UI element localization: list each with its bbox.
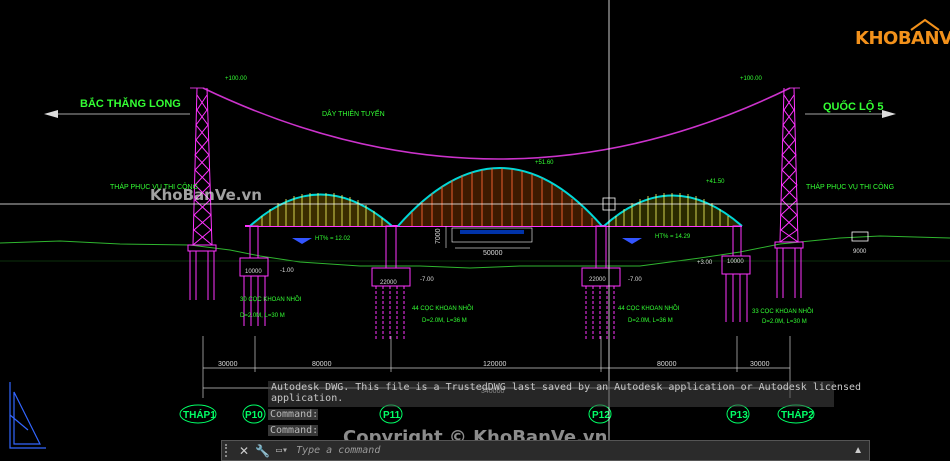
elev-left-top: +100.00 bbox=[225, 76, 248, 82]
dim-box-left: 10000 bbox=[245, 269, 262, 275]
depth-p11: -7.00 bbox=[420, 277, 434, 283]
chevron-up-icon[interactable]: ▲ bbox=[853, 445, 863, 456]
span-3: 120000 bbox=[483, 361, 506, 368]
label-right-direction: QUỐC LỘ 5 bbox=[823, 99, 884, 113]
span-1: 30000 bbox=[218, 361, 238, 368]
pile-spec-p12-1: 44 CỌC KHOAN NHỒI bbox=[618, 305, 680, 312]
pile-spec-p12-2: D=2.0M, L=36 M bbox=[628, 318, 673, 324]
command-message: Autodesk DWG. This file is a TrustedDWG … bbox=[268, 381, 862, 407]
command-history-1: Command: bbox=[268, 409, 319, 420]
wrench-icon[interactable]: 🔧 bbox=[255, 444, 270, 458]
message-line-2: application. bbox=[271, 393, 344, 404]
command-history-2: Command: bbox=[268, 425, 319, 436]
svg-text:THÁP2: THÁP2 bbox=[781, 408, 814, 421]
drag-handle[interactable] bbox=[225, 444, 233, 457]
svg-text:P13: P13 bbox=[730, 410, 748, 421]
logo-text: KHOBANVE bbox=[855, 28, 950, 49]
command-input[interactable] bbox=[294, 444, 854, 457]
dim-box-right: 10000 bbox=[727, 259, 744, 265]
message-line-1: Autodesk DWG. This file is a TrustedDWG … bbox=[271, 382, 862, 393]
depth-left: -1.00 bbox=[280, 268, 294, 274]
label-left-direction: BẮC THĂNG LONG bbox=[80, 97, 181, 110]
dim-cap-p12: 22000 bbox=[589, 277, 606, 283]
close-icon[interactable]: ✕ bbox=[239, 444, 249, 458]
pile-spec-right-2: D=2.0M, L=30 M bbox=[762, 319, 807, 325]
span-2: 80000 bbox=[312, 361, 332, 368]
vehicle-length: 9000 bbox=[853, 249, 867, 255]
pile-spec-left-1: 30 CỌC KHOAN NHỒI bbox=[240, 296, 302, 303]
depth-right: +3.00 bbox=[697, 260, 713, 266]
elev-right-top: +100.00 bbox=[740, 76, 763, 82]
svg-text:P10: P10 bbox=[245, 410, 263, 421]
khobanve-logo: KHOBANVE bbox=[855, 18, 950, 56]
command-bar: ✕ 🔧 ▭▾ ▲ bbox=[221, 440, 870, 461]
watermark-center: KhoBanVe.vn bbox=[150, 186, 262, 204]
pile-spec-right-1: 33 CỌC KHOAN NHỒI bbox=[752, 308, 814, 315]
dim-cap-p11: 22000 bbox=[380, 280, 397, 286]
dim-50000: 50000 bbox=[483, 250, 503, 257]
label-tower-right: THÁP PHỤC VỤ THI CÔNG bbox=[806, 182, 894, 191]
depth-p12: -7.00 bbox=[628, 277, 642, 283]
svg-text:P12: P12 bbox=[592, 410, 610, 421]
hw-right: HT% = 14.29 bbox=[655, 234, 691, 240]
pile-spec-p11-2: D=2.0M, L=36 M bbox=[422, 318, 467, 324]
hw-left: HT% = 12.02 bbox=[315, 236, 351, 242]
command-prompt-icon[interactable]: ▭▾ bbox=[276, 445, 288, 456]
pile-spec-left-2: D=2.0M, L=30 M bbox=[240, 313, 285, 319]
pile-spec-p11-1: 44 CỌC KHOAN NHỒI bbox=[412, 305, 474, 312]
span-4: 80000 bbox=[657, 361, 677, 368]
span-5: 30000 bbox=[750, 361, 770, 368]
svg-text:P11: P11 bbox=[383, 410, 401, 421]
svg-text:THÁP1: THÁP1 bbox=[183, 408, 216, 421]
dim-height: 7000 bbox=[435, 228, 442, 244]
elev-right-arch: +41.50 bbox=[706, 179, 725, 185]
elev-center: +51.60 bbox=[535, 160, 554, 166]
